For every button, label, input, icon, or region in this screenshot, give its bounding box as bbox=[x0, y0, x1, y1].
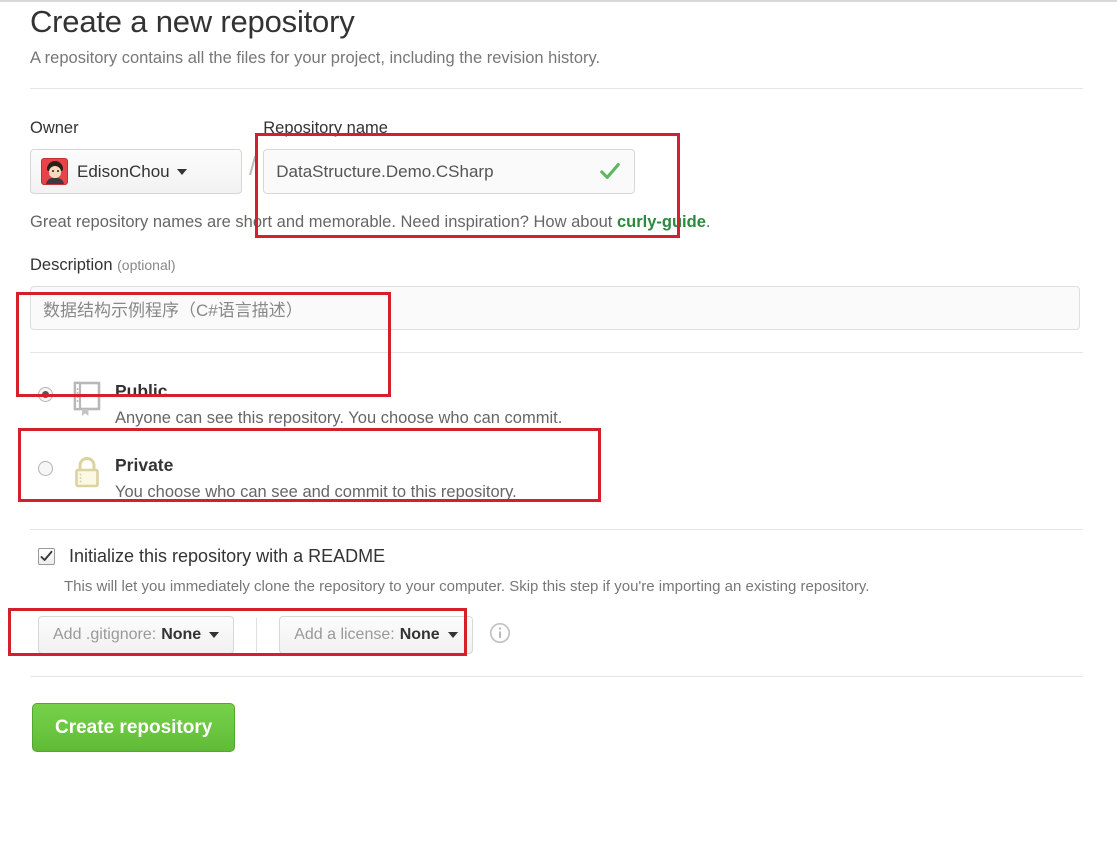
checkmark-icon bbox=[40, 550, 53, 563]
public-title: Public bbox=[115, 381, 168, 401]
chevron-down-icon bbox=[177, 169, 187, 175]
page-subtitle: A repository contains all the files for … bbox=[30, 46, 1083, 70]
visibility-divider bbox=[30, 529, 1083, 530]
form-content: Create a new repository A repository con… bbox=[30, 0, 1083, 752]
repository-name-input[interactable] bbox=[263, 149, 635, 194]
template-selectors: Add .gitignore: None Add a license: None bbox=[30, 616, 1083, 654]
description-input[interactable] bbox=[30, 286, 1080, 330]
create-repository-page: Create a new repository A repository con… bbox=[0, 0, 1117, 865]
description-field: Description (optional) bbox=[30, 254, 1083, 330]
visibility-section: Public Anyone can see this repository. Y… bbox=[30, 371, 1083, 509]
owner-repo-row: Owner EdisonChou / Repository name bbox=[30, 117, 1083, 194]
readme-row[interactable]: Initialize this repository with a README bbox=[30, 544, 1083, 568]
user-avatar-icon bbox=[41, 158, 68, 185]
license-prefix: Add a license: bbox=[294, 626, 395, 644]
gitignore-prefix: Add .gitignore: bbox=[53, 626, 156, 644]
private-description: You choose who can see and commit to thi… bbox=[115, 479, 1083, 505]
visibility-option-public[interactable]: Public Anyone can see this repository. Y… bbox=[30, 371, 1083, 435]
description-optional-tag: (optional) bbox=[117, 257, 175, 273]
readme-help-text: This will let you immediately clone the … bbox=[30, 576, 1083, 598]
hint-text-before: Great repository names are short and mem… bbox=[30, 213, 617, 231]
owner-field: Owner EdisonChou bbox=[30, 117, 242, 194]
header-divider bbox=[30, 88, 1083, 89]
readme-checkbox[interactable] bbox=[38, 548, 55, 565]
readme-section: Initialize this repository with a README… bbox=[30, 544, 1083, 598]
readme-label: Initialize this repository with a README bbox=[69, 544, 385, 568]
create-repository-button[interactable]: Create repository bbox=[32, 703, 235, 752]
gitignore-dropdown[interactable]: Add .gitignore: None bbox=[38, 616, 234, 654]
owner-repo-separator: / bbox=[249, 117, 256, 182]
chevron-down-icon bbox=[448, 632, 458, 638]
public-description: Anyone can see this repository. You choo… bbox=[115, 405, 1083, 431]
license-dropdown[interactable]: Add a license: None bbox=[279, 616, 473, 654]
description-label: Description (optional) bbox=[30, 254, 1083, 276]
owner-dropdown[interactable]: EdisonChou bbox=[30, 149, 242, 194]
hint-text-after: . bbox=[706, 213, 711, 231]
description-divider bbox=[30, 352, 1083, 353]
repo-book-icon bbox=[71, 379, 105, 422]
page-title: Create a new repository bbox=[30, 0, 1083, 42]
suggested-name-link[interactable]: curly-guide bbox=[617, 213, 706, 231]
submit-area: Create repository bbox=[30, 676, 1083, 752]
info-circle-icon[interactable] bbox=[489, 622, 511, 649]
private-radio[interactable] bbox=[38, 461, 53, 476]
public-radio[interactable] bbox=[38, 387, 53, 402]
repository-name-label: Repository name bbox=[263, 117, 635, 139]
visibility-option-private[interactable]: Private You choose who can see and commi… bbox=[30, 445, 1083, 509]
gitignore-value: None bbox=[161, 626, 201, 644]
selectors-divider bbox=[256, 618, 257, 652]
lock-icon bbox=[71, 453, 105, 496]
repository-name-hint: Great repository names are short and mem… bbox=[30, 210, 1083, 234]
green-check-icon bbox=[599, 160, 621, 182]
repository-name-field: Repository name bbox=[263, 117, 635, 194]
private-title: Private bbox=[115, 455, 173, 475]
description-label-text: Description bbox=[30, 256, 113, 274]
owner-name: EdisonChou bbox=[77, 162, 170, 182]
chevron-down-icon bbox=[209, 632, 219, 638]
submit-divider bbox=[30, 676, 1083, 677]
license-value: None bbox=[400, 626, 440, 644]
owner-label: Owner bbox=[30, 117, 242, 139]
